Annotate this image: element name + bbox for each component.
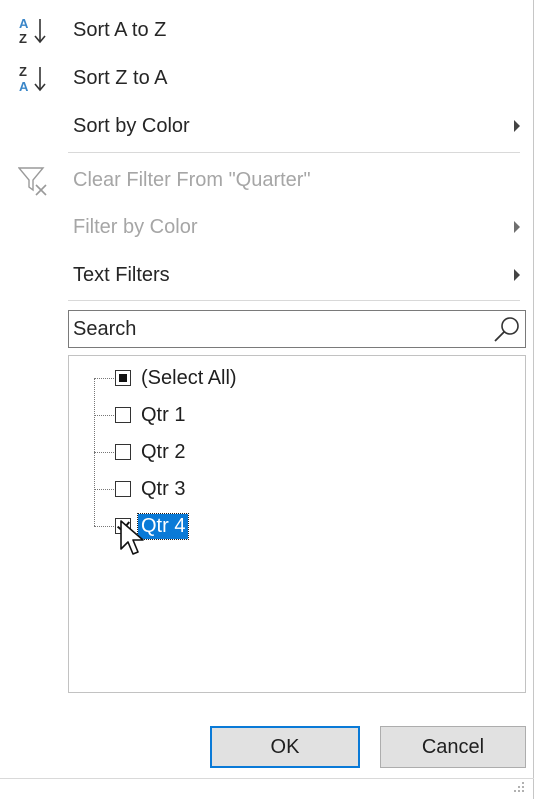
cancel-button[interactable]: Cancel [380,726,526,768]
mouse-cursor-icon [120,520,144,555]
qtr-3-label: Qtr 3 [141,477,186,500]
sort-z-to-a-label: Sort Z to A [73,66,168,89]
sort-a-to-z-item[interactable]: A Z Sort A to Z [0,6,533,54]
svg-text:A: A [19,79,29,94]
tree-connector [94,378,114,379]
list-item-qtr-1[interactable]: Qtr 1 [115,400,188,430]
resize-grip-icon[interactable] [513,781,525,793]
submenu-arrow-icon [514,221,520,233]
filter-by-color-item[interactable]: Filter by Color [0,203,533,251]
clear-filter-label: Clear Filter From "Quarter" [73,168,311,191]
svg-text:A: A [19,16,29,31]
submenu-arrow-icon [514,269,520,281]
select-all-item[interactable]: (Select All) [115,363,240,393]
filter-by-color-label: Filter by Color [73,215,198,238]
search-icon [494,317,519,342]
sort-za-icon: Z A [19,64,46,94]
sort-az-icon: A Z [19,16,46,46]
list-item-qtr-2[interactable]: Qtr 2 [115,437,188,467]
qtr-3-checkbox[interactable] [115,481,131,497]
svg-text:Z: Z [19,64,27,79]
search-box [68,310,526,348]
qtr-2-label: Qtr 2 [141,440,186,463]
submenu-arrow-icon [514,120,520,132]
clear-filter-icon [18,167,47,196]
tree-connector [94,526,114,527]
search-input[interactable] [69,311,493,347]
menu-divider [68,152,520,153]
qtr-1-label: Qtr 1 [141,403,186,426]
status-divider [0,778,534,779]
qtr-2-checkbox[interactable] [115,444,131,460]
sort-z-to-a-item[interactable]: Z A Sort Z to A [0,54,533,102]
tree-connector [94,415,114,416]
text-filters-item[interactable]: Text Filters [0,251,533,299]
select-all-checkbox[interactable] [115,370,131,386]
tree-connector [94,452,114,453]
autofilter-dropdown: A Z Sort A to Z Z A Sort Z to A Sort by … [0,0,534,799]
menu-divider [68,300,520,301]
sort-by-color-item[interactable]: Sort by Color [0,102,533,150]
clear-filter-item[interactable]: Clear Filter From "Quarter" [0,156,533,204]
svg-text:Z: Z [19,31,27,46]
sort-a-to-z-label: Sort A to Z [73,18,167,41]
tree-connector [94,489,114,490]
list-item-qtr-3[interactable]: Qtr 3 [115,474,188,504]
sort-by-color-label: Sort by Color [73,114,190,137]
select-all-label: (Select All) [141,366,237,389]
ok-button[interactable]: OK [210,726,360,768]
text-filters-label: Text Filters [73,263,170,286]
qtr-1-checkbox[interactable] [115,407,131,423]
